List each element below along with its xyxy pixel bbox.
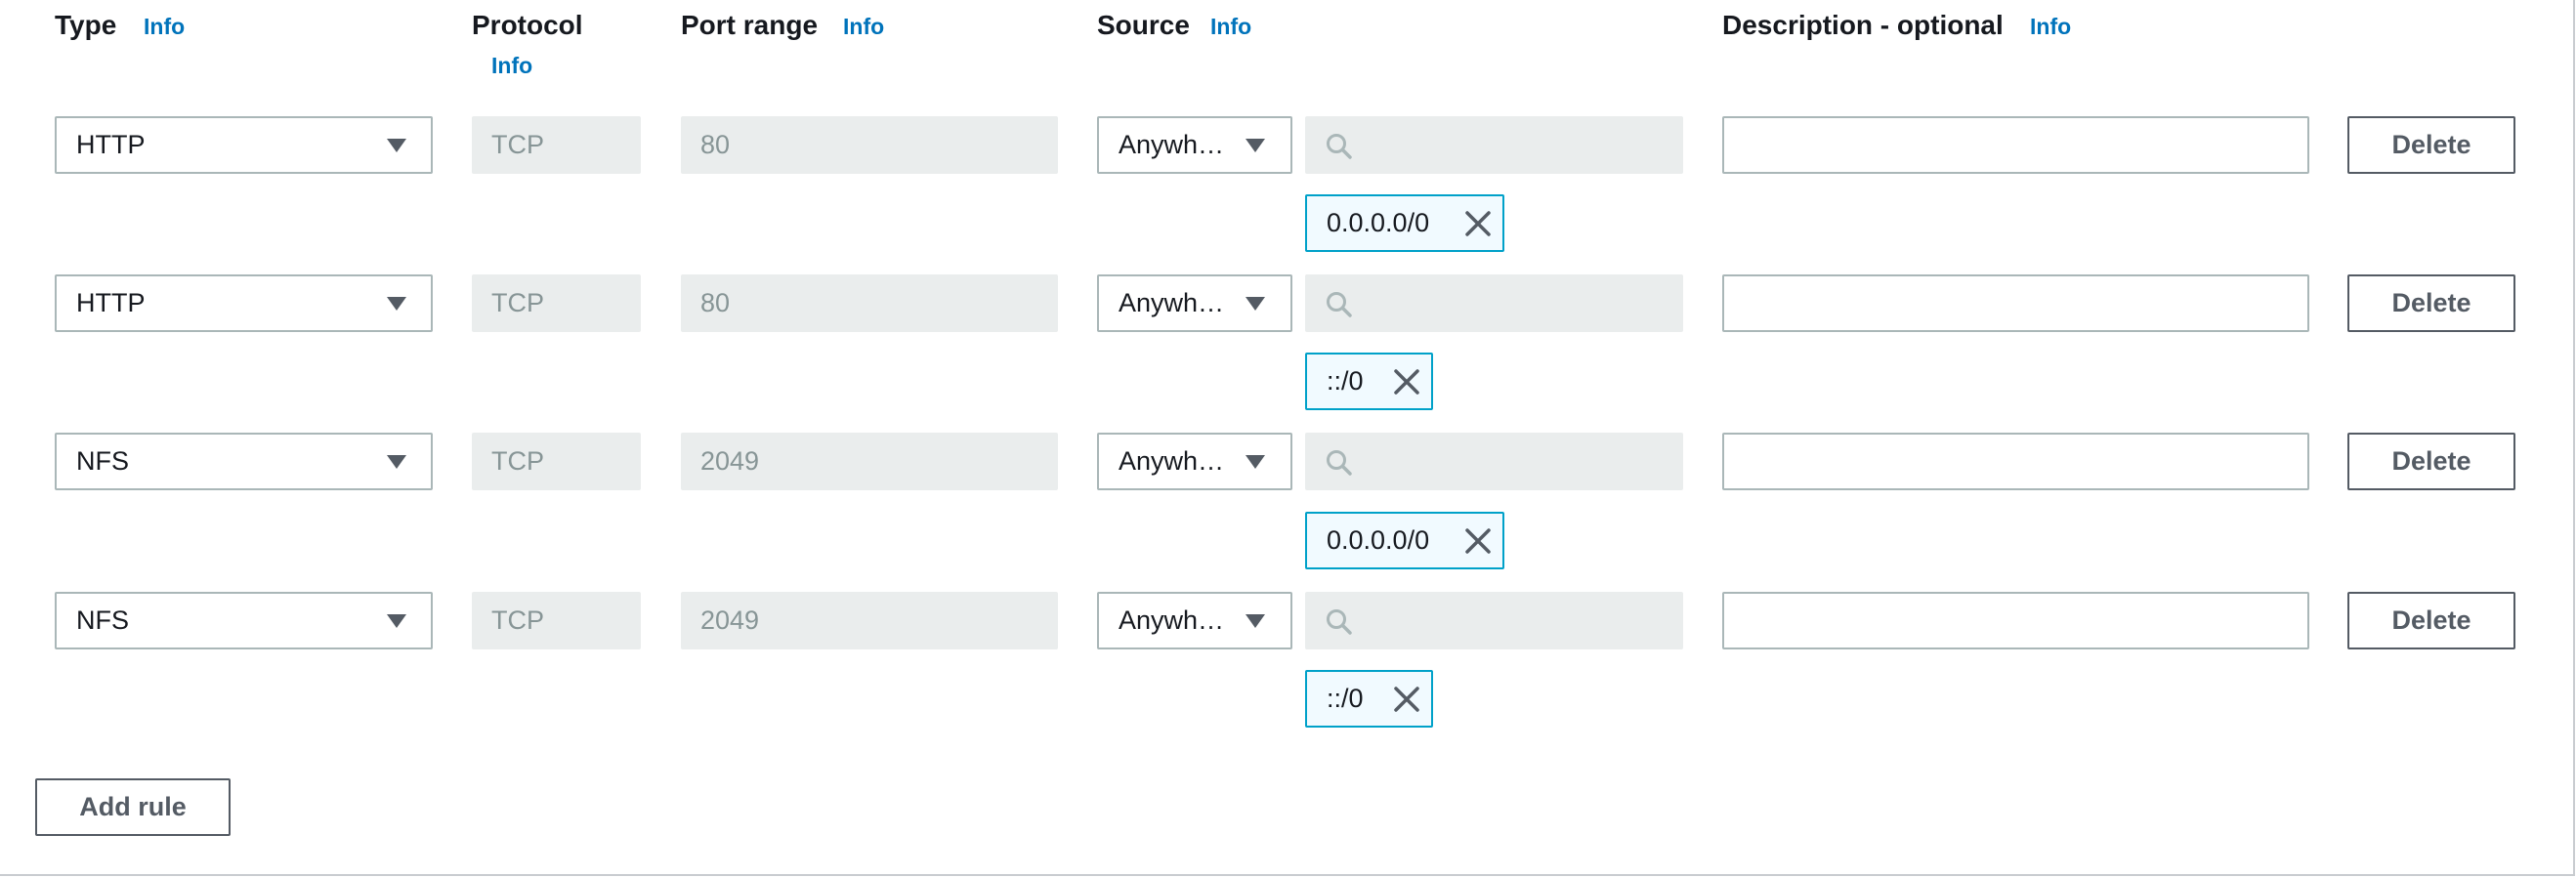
close-icon[interactable] bbox=[1392, 685, 1421, 714]
close-icon[interactable] bbox=[1392, 367, 1421, 397]
cidr-token: 0.0.0.0/0 bbox=[1305, 194, 1504, 252]
port-range-field: 80 bbox=[681, 116, 1058, 174]
type-select-value: NFS bbox=[76, 606, 129, 635]
caret-down-icon bbox=[387, 139, 406, 152]
protocol-info-link[interactable]: Info bbox=[491, 53, 532, 79]
source-type-select[interactable]: Anywh… bbox=[1097, 274, 1292, 332]
source-type-value: Anywh… bbox=[1119, 606, 1225, 635]
cidr-token: ::/0 bbox=[1305, 670, 1433, 728]
type-select[interactable]: NFS bbox=[55, 592, 433, 649]
cidr-token-label: ::/0 bbox=[1327, 684, 1364, 713]
protocol-value: TCP bbox=[491, 606, 544, 635]
description-header: Description - optional bbox=[1722, 10, 2004, 40]
protocol-value: TCP bbox=[491, 288, 544, 317]
delete-button[interactable]: Delete bbox=[2347, 116, 2515, 174]
description-input[interactable] bbox=[1722, 433, 2309, 490]
type-select[interactable]: HTTP bbox=[55, 274, 433, 332]
caret-down-icon bbox=[1246, 614, 1265, 628]
cidr-search-input[interactable] bbox=[1305, 116, 1683, 174]
cidr-token: 0.0.0.0/0 bbox=[1305, 512, 1504, 569]
type-select-value: NFS bbox=[76, 446, 129, 476]
port-range-field: 80 bbox=[681, 274, 1058, 332]
inbound-rules-panel: Type Info Protocol Info Port range Info … bbox=[0, 0, 2575, 876]
delete-button[interactable]: Delete bbox=[2347, 592, 2515, 649]
cidr-token-label: 0.0.0.0/0 bbox=[1327, 525, 1430, 555]
port-range-value: 2049 bbox=[700, 606, 760, 635]
source-type-select[interactable]: Anywh… bbox=[1097, 592, 1292, 649]
caret-down-icon bbox=[387, 455, 406, 469]
delete-button[interactable]: Delete bbox=[2347, 274, 2515, 332]
description-input[interactable] bbox=[1722, 592, 2309, 649]
port-range-header: Port range bbox=[681, 10, 819, 40]
source-type-value: Anywh… bbox=[1119, 288, 1225, 317]
type-select[interactable]: NFS bbox=[55, 433, 433, 490]
caret-down-icon bbox=[1246, 455, 1265, 469]
protocol-field: TCP bbox=[472, 116, 641, 174]
cidr-search-input[interactable] bbox=[1305, 592, 1683, 649]
port-range-field: 2049 bbox=[681, 592, 1058, 649]
type-select-value: HTTP bbox=[76, 130, 146, 159]
search-icon bbox=[1327, 609, 1352, 635]
protocol-header: Protocol bbox=[472, 10, 583, 40]
source-type-select[interactable]: Anywh… bbox=[1097, 116, 1292, 174]
search-icon bbox=[1327, 292, 1352, 317]
description-input[interactable] bbox=[1722, 116, 2309, 174]
close-icon[interactable] bbox=[1463, 526, 1493, 556]
protocol-field: TCP bbox=[472, 592, 641, 649]
source-header: Source bbox=[1097, 10, 1190, 40]
cidr-search-input[interactable] bbox=[1305, 274, 1683, 332]
caret-down-icon bbox=[1246, 139, 1265, 152]
cidr-token-label: ::/0 bbox=[1327, 366, 1364, 396]
cidr-token-label: 0.0.0.0/0 bbox=[1327, 208, 1430, 237]
add-rule-button[interactable]: Add rule bbox=[35, 778, 231, 836]
type-select-value: HTTP bbox=[76, 288, 146, 317]
protocol-value: TCP bbox=[491, 446, 544, 476]
source-type-value: Anywh… bbox=[1119, 446, 1225, 476]
description-info-link[interactable]: Info bbox=[2030, 14, 2071, 40]
delete-button[interactable]: Delete bbox=[2347, 433, 2515, 490]
protocol-field: TCP bbox=[472, 433, 641, 490]
type-select[interactable]: HTTP bbox=[55, 116, 433, 174]
protocol-value: TCP bbox=[491, 130, 544, 159]
search-icon bbox=[1327, 134, 1352, 159]
cidr-search-input[interactable] bbox=[1305, 433, 1683, 490]
caret-down-icon bbox=[387, 614, 406, 628]
type-info-link[interactable]: Info bbox=[144, 14, 185, 40]
caret-down-icon bbox=[1246, 297, 1265, 311]
port-range-info-link[interactable]: Info bbox=[843, 14, 884, 40]
port-range-field: 2049 bbox=[681, 433, 1058, 490]
source-type-select[interactable]: Anywh… bbox=[1097, 433, 1292, 490]
close-icon[interactable] bbox=[1463, 209, 1493, 238]
source-type-value: Anywh… bbox=[1119, 130, 1225, 159]
caret-down-icon bbox=[387, 297, 406, 311]
cidr-token: ::/0 bbox=[1305, 353, 1433, 410]
source-info-link[interactable]: Info bbox=[1210, 14, 1251, 40]
port-range-value: 80 bbox=[700, 130, 731, 159]
description-input[interactable] bbox=[1722, 274, 2309, 332]
port-range-value: 80 bbox=[700, 288, 731, 317]
port-range-value: 2049 bbox=[700, 446, 760, 476]
type-header: Type bbox=[55, 10, 117, 40]
search-icon bbox=[1327, 450, 1352, 476]
protocol-field: TCP bbox=[472, 274, 641, 332]
